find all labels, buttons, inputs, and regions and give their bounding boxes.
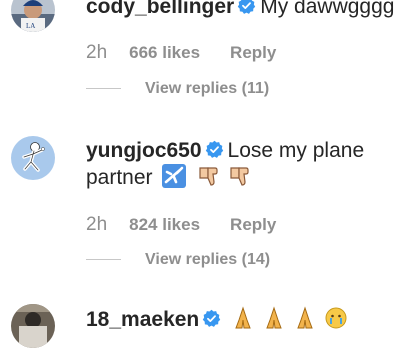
username[interactable]: cody_bellinger [86, 0, 234, 18]
verified-badge-icon [205, 140, 223, 158]
avatar[interactable] [11, 304, 55, 348]
likes-count[interactable]: 824 likes [129, 215, 200, 234]
verified-badge-icon [203, 309, 221, 327]
comment-line: cody_bellinger My dawwgggg [86, 0, 394, 20]
username[interactable]: yungjoc650 [86, 139, 202, 162]
avatar[interactable] [11, 136, 55, 180]
timestamp: 2h [86, 214, 108, 235]
folded-hands-emoji-icon [266, 306, 282, 329]
comment-text-continued: partner [86, 166, 153, 189]
comment-line-2: partner [86, 164, 253, 191]
timestamp: 2h [86, 42, 108, 63]
folded-hands-emoji-icon [297, 306, 313, 329]
comment-text: My dawwgggg [260, 0, 395, 18]
view-replies-button[interactable]: View replies (11) [86, 80, 269, 98]
verified-badge-icon [238, 0, 256, 14]
likes-count[interactable]: 666 likes [129, 43, 200, 62]
comment-line: 18_maeken [86, 306, 349, 333]
reply-button[interactable]: Reply [230, 43, 276, 62]
thumbs-down-emoji-icon [230, 167, 249, 186]
player-photo-avatar-icon [11, 304, 55, 348]
reply-button[interactable]: Reply [230, 215, 276, 234]
view-replies-button[interactable]: View replies (14) [86, 251, 270, 269]
divider [86, 88, 121, 90]
folded-hands-emoji-icon [235, 306, 251, 329]
comment-meta: 2h 824 likes Reply [86, 214, 276, 236]
avatar[interactable]: LA [11, 0, 55, 32]
thumbs-down-emoji-icon [199, 167, 218, 186]
comment-text: Lose my plane [227, 139, 365, 162]
dodgers-player-avatar-icon: LA [11, 0, 55, 32]
airplane-emoji-icon [162, 164, 187, 188]
pitcher-cartoon-avatar-icon [11, 136, 55, 180]
divider [86, 259, 121, 261]
view-replies-label: View replies (11) [145, 80, 270, 97]
comment-meta: 2h 666 likes Reply [86, 42, 276, 64]
view-replies-label: View replies (14) [145, 251, 271, 268]
svg-text:LA: LA [26, 22, 35, 30]
username[interactable]: 18_maeken [86, 308, 199, 331]
comment-line: yungjoc650 Lose my plane [86, 138, 364, 164]
crying-face-emoji-icon [325, 307, 347, 329]
